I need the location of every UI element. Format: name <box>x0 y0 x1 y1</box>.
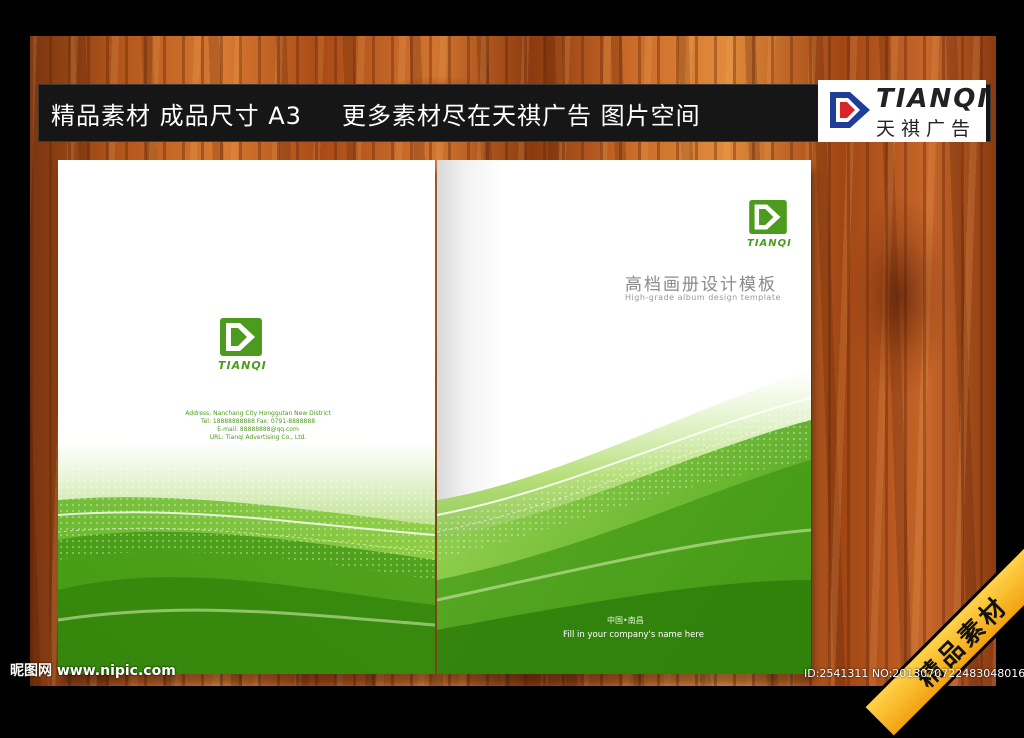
email-line: E-mail: 88888888@qq.com <box>217 426 299 433</box>
watermark-site: 昵图网 www.nipic.com <box>10 663 176 679</box>
brand-logo: TIANQI 天祺广告 <box>818 80 990 142</box>
address-line: Address: Nanchang City Honggutan New Dis… <box>185 410 331 417</box>
logo-chinese: 天祺广告 <box>876 118 977 140</box>
back-cover: TIANQI Address: Nanchang City Honggutan … <box>58 160 435 674</box>
banner-left-text: 精品素材 成品尺寸 A3 <box>51 102 302 130</box>
front-cover: TIANQI 高档画册设计模板 High-grade album design … <box>437 160 811 674</box>
url-line: URL: Tianqi Advertising Co., Ltd. <box>209 434 307 441</box>
brand-mark-icon <box>830 92 870 128</box>
watermark-id: ID:2541311 NO:20130707224830480164 <box>804 667 1024 680</box>
emblem-word-front: TIANQI <box>747 238 792 249</box>
city-label: 中国•南昌 <box>607 616 644 625</box>
album-title-chinese: 高档画册设计模板 <box>625 275 777 295</box>
tel-line: Tel: 18888888888 Fax: 0791-8888888 <box>200 418 316 425</box>
contact-address-block: Address: Nanchang City Honggutan New Dis… <box>158 410 358 442</box>
company-name-placeholder: Fill in your company's name here <box>563 630 704 640</box>
emblem-icon <box>220 318 262 356</box>
banner-text: 精品素材 成品尺寸 A3 更多素材尽在天祺广告 图片空间 <box>51 96 701 131</box>
album-title-english: High-grade album design template <box>625 293 781 302</box>
logo-word: TIANQI <box>876 84 990 114</box>
banner-right-text: 更多素材尽在天祺广告 图片空间 <box>341 102 701 130</box>
emblem-word: TIANQI <box>218 359 267 372</box>
emblem-icon-front <box>749 200 787 234</box>
